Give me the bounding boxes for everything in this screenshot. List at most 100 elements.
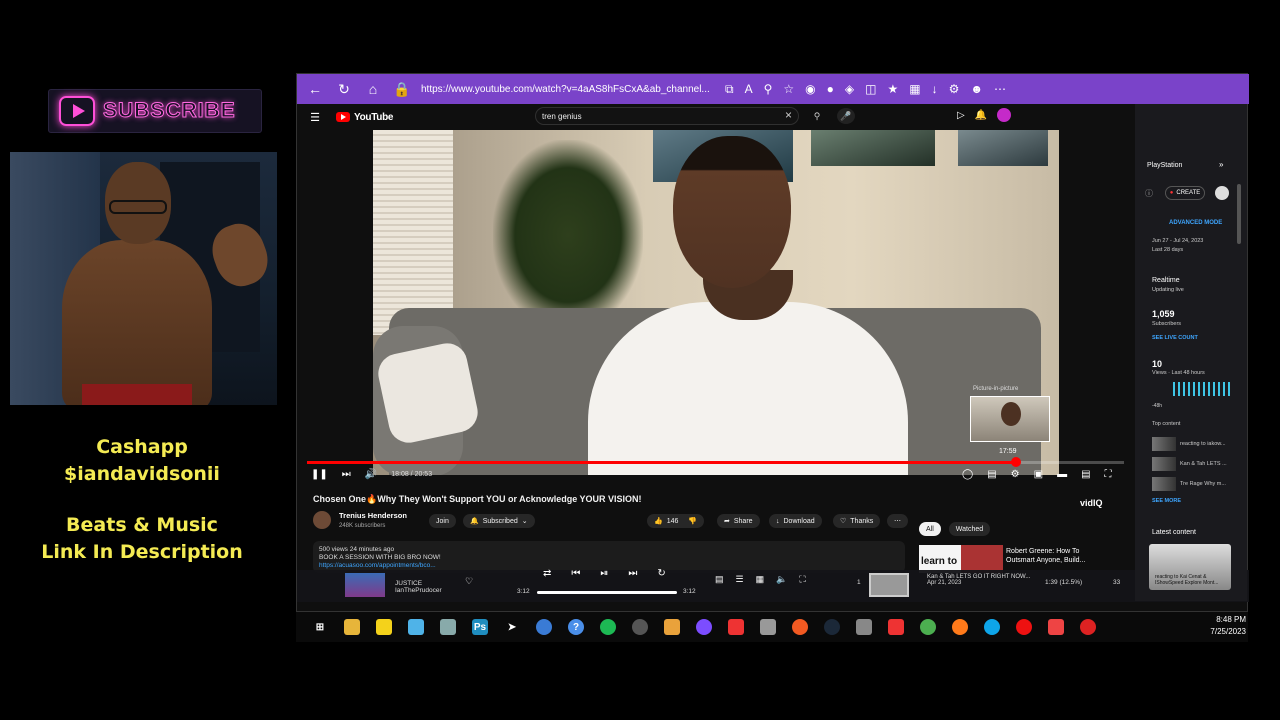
- shuffle-icon[interactable]: ⇄: [543, 568, 551, 579]
- paint-icon[interactable]: [664, 619, 680, 635]
- obs-icon[interactable]: [632, 619, 648, 635]
- download-button[interactable]: ↓ Download: [769, 514, 822, 528]
- download-icon[interactable]: ↓: [932, 82, 938, 97]
- create-button[interactable]: ● CREATE: [1165, 186, 1205, 200]
- search-input[interactable]: tren genius: [535, 107, 799, 125]
- list-item[interactable]: reacting to iakow...: [1152, 437, 1227, 451]
- bolt-app-icon[interactable]: ➤: [504, 619, 520, 635]
- tab-all[interactable]: All: [919, 522, 941, 536]
- devices-icon[interactable]: ▦: [756, 574, 765, 585]
- channel-name[interactable]: Trenius Henderson: [339, 511, 407, 520]
- spotify-icon[interactable]: [600, 619, 616, 635]
- play-pause-icon[interactable]: ⏯: [600, 568, 608, 579]
- split-screen-icon[interactable]: ◫: [865, 82, 876, 97]
- autoplay-toggle[interactable]: ◯: [962, 469, 973, 480]
- notifications-icon[interactable]: 🔔: [975, 110, 987, 121]
- chrome-canary-icon[interactable]: [1080, 619, 1096, 635]
- like-button[interactable]: 👍 146 👎: [647, 514, 705, 528]
- list-item[interactable]: Kan & Tah LETS ...: [1152, 457, 1227, 471]
- system-clock[interactable]: 8:48 PM 7/25/2023: [1196, 614, 1246, 638]
- vivaldi-icon[interactable]: [888, 619, 904, 635]
- queue-icon[interactable]: ☰: [736, 574, 744, 585]
- fullscreen-media-icon[interactable]: ⛶: [799, 574, 805, 585]
- tab-watched[interactable]: Watched: [948, 522, 991, 536]
- read-aloud-icon[interactable]: A: [745, 82, 753, 97]
- vidiq-logo[interactable]: vidIQ: [1080, 498, 1103, 508]
- help-app-icon[interactable]: ?: [568, 619, 584, 635]
- share-button[interactable]: ➦ Share: [717, 514, 760, 528]
- globe-app-icon[interactable]: [536, 619, 552, 635]
- scrubber-handle[interactable]: [1011, 457, 1021, 467]
- queue-thumbnail[interactable]: [869, 573, 909, 597]
- skip-next-icon[interactable]: ⏭: [628, 568, 637, 579]
- snip-tool-icon[interactable]: [408, 619, 424, 635]
- more-icon[interactable]: ⋯: [994, 82, 1006, 97]
- search-icon[interactable]: ⚲: [805, 107, 829, 125]
- calculator-icon[interactable]: [440, 619, 456, 635]
- help-icon[interactable]: ⓘ: [1145, 188, 1153, 199]
- repeat-icon[interactable]: ↻: [657, 568, 665, 579]
- see-live-count-link[interactable]: SEE LIVE COUNT: [1152, 335, 1198, 341]
- thanks-button[interactable]: ♡ Thanks: [833, 514, 881, 528]
- microphone-icon[interactable]: 🎤: [837, 108, 855, 124]
- channel-avatar[interactable]: [313, 511, 331, 529]
- zoom-icon[interactable]: ⚲: [764, 82, 773, 97]
- pause-icon[interactable]: ❚❚: [311, 469, 328, 480]
- settings-icon[interactable]: ⚙: [949, 82, 960, 97]
- youtube-logo[interactable]: YouTube: [336, 112, 394, 123]
- lyrics-icon[interactable]: ▤: [715, 574, 724, 585]
- favorite-icon[interactable]: ☆: [783, 82, 794, 97]
- captions-icon[interactable]: ▤: [987, 469, 996, 480]
- account-avatar[interactable]: [997, 108, 1012, 122]
- sidebar-avatar[interactable]: [1215, 186, 1229, 200]
- back-icon[interactable]: ←: [304, 78, 326, 100]
- chrome-icon[interactable]: [920, 619, 936, 635]
- firefox-icon[interactable]: [952, 619, 968, 635]
- opera-icon[interactable]: [1016, 619, 1032, 635]
- create-video-icon[interactable]: ▷: [957, 110, 965, 121]
- menu-icon[interactable]: ☰: [304, 106, 326, 128]
- join-button[interactable]: Join: [429, 514, 456, 528]
- photoshop-icon[interactable]: Ps: [472, 619, 488, 635]
- video-player[interactable]: [373, 130, 1059, 475]
- recommendation-title[interactable]: Robert Greene: How To Outsmart Anyone, B…: [1006, 547, 1106, 565]
- windows-start-icon[interactable]: ⊞: [312, 619, 328, 635]
- purple-app-icon[interactable]: [696, 619, 712, 635]
- open-in-app-icon[interactable]: ⧉: [725, 82, 734, 97]
- tools-app-icon[interactable]: [760, 619, 776, 635]
- heart-icon[interactable]: ♡: [465, 576, 473, 587]
- home-icon[interactable]: ⌂: [362, 78, 384, 100]
- sticky-notes-icon[interactable]: [376, 619, 392, 635]
- steam-icon[interactable]: [824, 619, 840, 635]
- sidebar-scrollbar[interactable]: [1237, 184, 1241, 244]
- extension-red-icon[interactable]: ●: [827, 82, 834, 97]
- reload-icon[interactable]: ↻: [333, 78, 355, 100]
- lock-icon[interactable]: 🔒: [391, 78, 413, 100]
- queue-track[interactable]: Kan & Tah LETS GO IT RIGHT NOW... Apr 21…: [927, 574, 1030, 586]
- collections-icon[interactable]: ▦: [909, 82, 920, 97]
- speaker-icon[interactable]: 🔈: [776, 574, 787, 585]
- address-bar[interactable]: https://www.youtube.com/watch?v=4aAS8hFs…: [421, 84, 713, 95]
- brave-icon[interactable]: [1048, 619, 1064, 635]
- volume-icon[interactable]: 🔊: [365, 469, 377, 480]
- clear-search-icon[interactable]: ×: [785, 108, 792, 122]
- advanced-mode-label[interactable]: ADVANCED MODE: [1169, 220, 1222, 226]
- sidebar-playstation[interactable]: PlayStation: [1147, 162, 1182, 169]
- see-more-link[interactable]: SEE MORE: [1152, 498, 1181, 504]
- track-artwork[interactable]: [345, 573, 385, 597]
- puzzle-icon[interactable]: ◈: [845, 82, 854, 97]
- extension-icon[interactable]: ◉: [805, 82, 815, 97]
- profile-icon[interactable]: ☻: [970, 82, 983, 97]
- list-item[interactable]: Tre Rage Why m...: [1152, 477, 1227, 491]
- favorites-icon[interactable]: ★: [887, 82, 898, 97]
- settings-gear-icon[interactable]: ⚙: [1011, 469, 1020, 480]
- theater-icon[interactable]: ▬: [1057, 469, 1067, 480]
- more-actions-button[interactable]: ⋯: [887, 514, 908, 528]
- edge-icon[interactable]: [984, 619, 1000, 635]
- track-progress[interactable]: [537, 591, 677, 594]
- next-icon[interactable]: ⏭: [342, 469, 351, 480]
- miniplayer-icon[interactable]: ▣: [1034, 469, 1043, 480]
- subscribed-button[interactable]: 🔔 Subscribed ⌄: [463, 514, 535, 528]
- red-app-icon[interactable]: [728, 619, 744, 635]
- cast-icon[interactable]: ▤: [1081, 469, 1090, 480]
